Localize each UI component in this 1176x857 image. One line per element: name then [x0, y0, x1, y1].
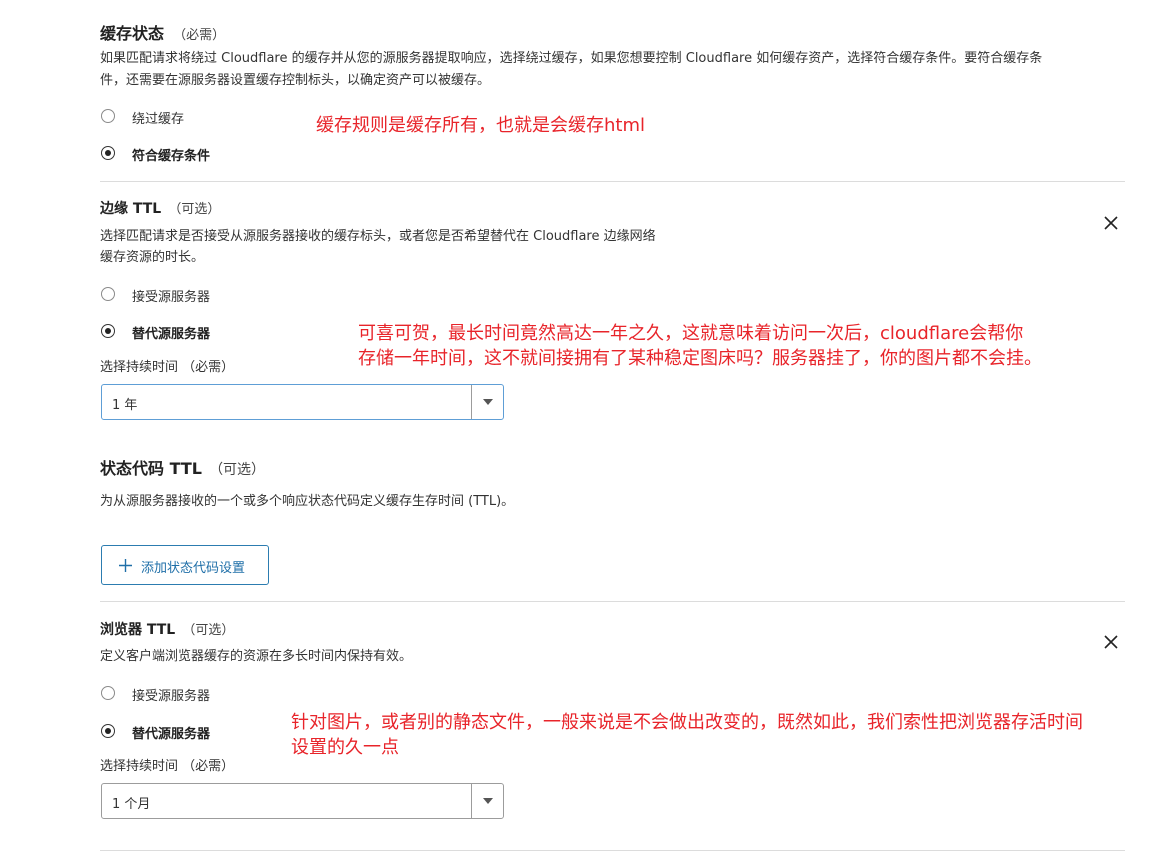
- edge-ttl-optional: （可选）: [168, 202, 221, 217]
- status-code-ttl-title: 状态代码 TTL: [100, 459, 202, 478]
- add-status-code-label: 添加状态代码设置: [141, 561, 246, 576]
- edge-ttl-option-respect[interactable]: 接受源服务器: [101, 285, 241, 305]
- browser-ttl-option-respect[interactable]: 接受源服务器: [101, 684, 241, 704]
- section-divider: [100, 850, 1125, 851]
- chevron-down-icon: [483, 798, 493, 804]
- browser-ttl-title: 浏览器 TTL: [100, 622, 176, 638]
- cache-status-desc-line2: 件，还需要在源服务器设置缓存控制标头，以确定资产可以被缓存。: [100, 73, 491, 88]
- browser-ttl-optional: （可选）: [182, 623, 235, 638]
- close-icon[interactable]: [1103, 215, 1119, 231]
- edge-ttl-section: 边缘 TTL （可选） 选择匹配请求是否接受从源服务器接收的缓存标头，或者您是否…: [0, 182, 1176, 422]
- add-status-code-button[interactable]: 添加状态代码设置: [101, 545, 269, 585]
- edge-ttl-desc-line1: 选择匹配请求是否接受从源服务器接收的缓存标头，或者您是否希望替代在 Cloudf…: [100, 229, 656, 244]
- browser-ttl-option-override[interactable]: 替代源服务器: [101, 722, 241, 742]
- radio-override-origin[interactable]: [101, 324, 115, 338]
- cache-status-desc-line1: 如果匹配请求将绕过 Cloudflare 的缓存并从您的源服务器提取响应，选择绕…: [100, 51, 1043, 66]
- browser-ttl-section: 浏览器 TTL （可选） 定义客户端浏览器缓存的资源在多长时间内保持有效。 接受…: [0, 602, 1176, 850]
- radio-eligible-for-cache[interactable]: [101, 146, 115, 160]
- browser-ttl-annotation-line2: 设置的久一点: [291, 737, 399, 758]
- cache-status-option-bypass[interactable]: 绕过缓存: [101, 107, 221, 127]
- radio-bypass-cache[interactable]: [101, 109, 115, 123]
- option-label: 接受源服务器: [132, 689, 211, 704]
- cache-status-required: （必需）: [173, 28, 226, 43]
- select-value: 1 个月: [112, 797, 151, 812]
- status-code-ttl-desc: 为从源服务器接收的一个或多个响应状态代码定义缓存生存时间 (TTL)。: [100, 494, 515, 509]
- status-code-ttl-section: 状态代码 TTL （可选） 为从源服务器接收的一个或多个响应状态代码定义缓存生存…: [0, 440, 1176, 600]
- plus-icon: [119, 559, 132, 572]
- select-arrow-box[interactable]: [471, 385, 503, 419]
- edge-ttl-duration-label: 选择持续时间 （必需）: [100, 360, 235, 375]
- edge-ttl-heading: 边缘 TTL （可选）: [100, 198, 220, 218]
- edge-ttl-option-override[interactable]: 替代源服务器: [101, 322, 241, 342]
- option-label: 替代源服务器: [132, 327, 211, 342]
- select-arrow-box[interactable]: [471, 784, 503, 818]
- cache-status-section: 缓存状态 （必需） 如果匹配请求将绕过 Cloudflare 的缓存并从您的源服…: [0, 0, 1176, 182]
- edge-ttl-title: 边缘 TTL: [100, 201, 162, 217]
- option-label: 替代源服务器: [132, 727, 211, 742]
- option-label: 符合缓存条件: [132, 149, 211, 164]
- browser-ttl-duration-label: 选择持续时间 （必需）: [100, 759, 235, 774]
- browser-ttl-heading: 浏览器 TTL （可选）: [100, 619, 234, 639]
- browser-ttl-annotation-line1: 针对图片，或者别的静态文件，一般来说是不会做出改变的，既然如此，我们索性把浏览器…: [291, 712, 1083, 733]
- option-label: 接受源服务器: [132, 290, 211, 305]
- cache-status-title: 缓存状态: [100, 24, 165, 43]
- edge-ttl-duration-select[interactable]: 1 年: [101, 384, 504, 420]
- browser-ttl-duration-select[interactable]: 1 个月: [101, 783, 504, 819]
- chevron-down-icon: [483, 399, 493, 405]
- edge-ttl-annotation-line1: 可喜可贺，最长时间竟然高达一年之久，这就意味着访问一次后，cloudflare会…: [358, 323, 1024, 344]
- edge-ttl-desc-line2: 缓存资源的时长。: [100, 250, 205, 265]
- cache-status-annotation: 缓存规则是缓存所有，也就是会缓存html: [316, 115, 645, 136]
- status-code-ttl-heading: 状态代码 TTL （可选）: [100, 455, 265, 479]
- cache-status-option-eligible[interactable]: 符合缓存条件: [101, 144, 241, 164]
- cache-status-heading: 缓存状态 （必需）: [100, 20, 225, 44]
- status-code-ttl-optional: （可选）: [209, 462, 266, 478]
- edge-ttl-annotation-line2: 存储一年时间，这不就间接拥有了某种稳定图床吗？服务器挂了，你的图片都不会挂。: [358, 348, 1042, 369]
- browser-ttl-desc: 定义客户端浏览器缓存的资源在多长时间内保持有效。: [100, 649, 413, 664]
- radio-override-origin[interactable]: [101, 724, 115, 738]
- option-label: 绕过缓存: [132, 112, 185, 127]
- radio-respect-origin[interactable]: [101, 287, 115, 301]
- close-icon[interactable]: [1103, 634, 1119, 650]
- radio-respect-origin[interactable]: [101, 686, 115, 700]
- select-value: 1 年: [112, 398, 138, 413]
